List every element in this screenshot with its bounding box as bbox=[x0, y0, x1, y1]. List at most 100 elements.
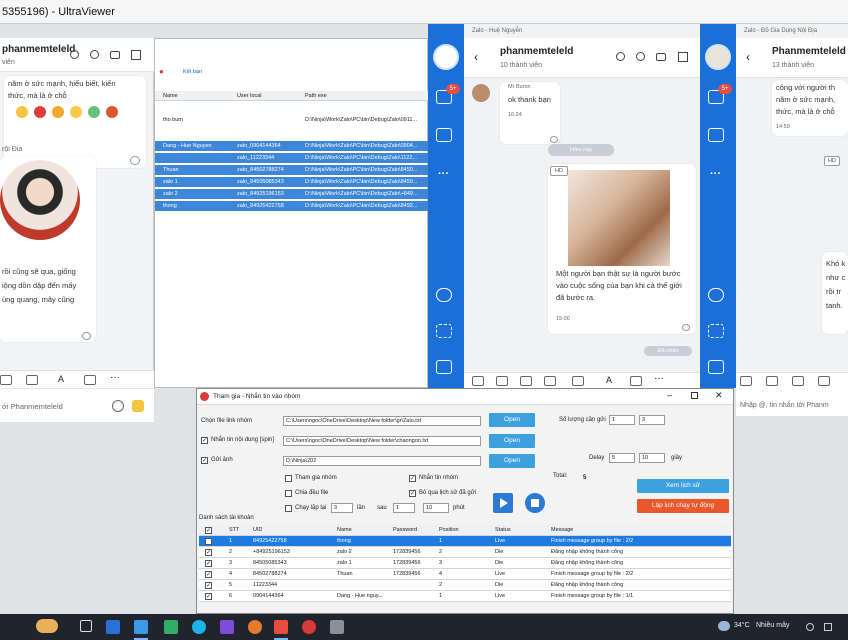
image-message[interactable]: rồi cũng sẽ qua, giống iộng dồn dập đến … bbox=[0, 156, 96, 342]
toolbox-icon[interactable] bbox=[436, 360, 452, 374]
member-count[interactable]: 13 thành viên bbox=[772, 62, 814, 69]
send-content-input[interactable]: C:\Users\ngoc\OneDrive\Desktop\New folde… bbox=[283, 436, 481, 446]
app-green-icon[interactable] bbox=[164, 620, 178, 634]
join-group-checkbox[interactable] bbox=[285, 475, 292, 482]
minimize-icon[interactable]: – bbox=[667, 390, 672, 400]
avatar[interactable] bbox=[705, 44, 731, 70]
angry-reaction-icon[interactable] bbox=[106, 106, 118, 118]
weather-widget-icon[interactable] bbox=[36, 619, 58, 633]
react-icon[interactable] bbox=[130, 156, 140, 165]
delay-from-input[interactable]: 5 bbox=[609, 453, 635, 463]
row-checkbox[interactable]: ✓ bbox=[205, 560, 212, 567]
message-composer[interactable]: Nhập @, tin nhắn tới Phanm bbox=[736, 388, 848, 416]
delay-to-input[interactable]: 10 bbox=[639, 453, 665, 463]
sticker-icon[interactable] bbox=[472, 376, 484, 386]
tool-app-icon[interactable] bbox=[302, 620, 316, 634]
video-call-icon[interactable] bbox=[110, 51, 120, 59]
image-icon[interactable] bbox=[766, 376, 778, 386]
sticker-icon[interactable] bbox=[740, 376, 752, 386]
loop-count-input[interactable]: 3 bbox=[331, 503, 353, 513]
contacts-icon[interactable] bbox=[708, 128, 724, 142]
table-row[interactable]: ✓ 6 0904144364 Dang - Hue nguy... 1 Live Finis… bbox=[199, 591, 731, 602]
after-to-input[interactable]: 10 bbox=[423, 503, 449, 513]
toolbox-icon[interactable] bbox=[708, 360, 724, 374]
screenshot-icon[interactable] bbox=[572, 376, 584, 386]
maximize-icon[interactable] bbox=[691, 392, 698, 399]
row-checkbox[interactable]: ✓ bbox=[205, 593, 212, 600]
sidebar-toggle-icon[interactable] bbox=[131, 50, 141, 60]
contacts-icon[interactable] bbox=[436, 128, 452, 142]
message-group-checkbox[interactable]: ✓ bbox=[409, 475, 416, 482]
add-member-icon[interactable] bbox=[70, 50, 79, 59]
more-icon[interactable]: ··· bbox=[654, 373, 664, 384]
react-icon[interactable] bbox=[682, 324, 690, 331]
column-header[interactable]: User local bbox=[237, 91, 261, 100]
quote-icon[interactable] bbox=[630, 376, 642, 386]
sad-reaction-icon[interactable] bbox=[88, 106, 100, 118]
card-icon[interactable] bbox=[818, 376, 830, 386]
more-icon[interactable]: ··· bbox=[710, 168, 721, 180]
screenshot-icon[interactable] bbox=[436, 324, 452, 338]
more-icon[interactable]: ··· bbox=[438, 168, 449, 180]
schedule-button[interactable]: Lập lịch chạy tự động bbox=[637, 499, 729, 513]
cloud-weather-icon[interactable] bbox=[718, 621, 730, 631]
row-checkbox[interactable]: ✓ bbox=[205, 549, 212, 556]
sidebar-toggle-icon[interactable] bbox=[678, 52, 688, 62]
react-icon[interactable] bbox=[82, 332, 91, 340]
select-all-checkbox[interactable]: ✓ bbox=[205, 527, 212, 534]
table-row[interactable]: Thuan zalo_84502788274 D:\Ninja\Work\Zal… bbox=[155, 165, 429, 175]
table-row[interactable]: thong zalo_84925422758 D:\Ninja\Work\Zal… bbox=[155, 201, 429, 211]
more-icon[interactable]: ··· bbox=[110, 372, 120, 383]
like-reaction-icon[interactable] bbox=[16, 106, 28, 118]
table-row[interactable]: zalo_11223344 D:\Ninja\Work\Zalo\PC\bin\… bbox=[155, 153, 429, 163]
open-link-button[interactable]: Open bbox=[489, 413, 535, 427]
row-checkbox[interactable]: ✓ bbox=[205, 571, 212, 578]
row-checkbox[interactable]: ✓ bbox=[205, 582, 212, 589]
browser-icon[interactable] bbox=[192, 620, 206, 634]
wow-reaction-icon[interactable] bbox=[70, 106, 82, 118]
react-icon[interactable] bbox=[550, 136, 558, 143]
sender-avatar[interactable] bbox=[472, 84, 490, 102]
row-checkbox[interactable]: ✓ bbox=[205, 538, 212, 545]
message-composer[interactable]: ới Phanmemteleld bbox=[0, 388, 154, 422]
link-file-input[interactable]: C:\Users\ngoc\OneDrive\Desktop\New folde… bbox=[283, 416, 481, 426]
table-row[interactable]: ✓ 1 84925422758 thong 1 Live Finish message gr… bbox=[199, 536, 731, 547]
view-history-button[interactable]: Xem lịch sử bbox=[637, 479, 729, 493]
visual-studio-icon[interactable] bbox=[220, 620, 234, 634]
card-icon[interactable] bbox=[544, 376, 556, 386]
sticker-icon[interactable] bbox=[0, 375, 12, 385]
after-from-input[interactable]: 1 bbox=[393, 503, 415, 513]
file-explorer-icon[interactable] bbox=[106, 620, 120, 634]
attach-icon[interactable] bbox=[520, 376, 532, 386]
column-header[interactable]: Name bbox=[163, 91, 178, 100]
quote-icon[interactable] bbox=[84, 375, 96, 385]
tray-icon[interactable] bbox=[806, 623, 814, 631]
reaction-bar[interactable] bbox=[14, 106, 122, 120]
loop-checkbox[interactable] bbox=[285, 505, 292, 512]
temperature[interactable]: 34°C bbox=[734, 622, 750, 629]
app-gray-icon[interactable] bbox=[330, 620, 344, 634]
tray-icon[interactable] bbox=[824, 623, 832, 631]
group-count-to[interactable]: 3 bbox=[639, 415, 665, 425]
format-text-icon[interactable]: A bbox=[606, 375, 612, 385]
group-count-from[interactable]: 1 bbox=[609, 415, 635, 425]
video-call-icon[interactable] bbox=[656, 53, 666, 61]
back-icon[interactable]: ‹ bbox=[474, 50, 478, 64]
chrome-icon[interactable] bbox=[248, 620, 262, 634]
send-image-checkbox[interactable]: ✓ bbox=[201, 457, 208, 464]
close-icon[interactable]: ✕ bbox=[715, 390, 723, 401]
search-icon[interactable] bbox=[636, 52, 645, 61]
like-send-icon[interactable] bbox=[132, 400, 144, 412]
table-row[interactable]: ✓ 2 +84925196153 zalo 2 172839456 2 Die Đăng nh… bbox=[199, 547, 731, 558]
haha-reaction-icon[interactable] bbox=[52, 106, 64, 118]
ultraviewer-icon[interactable] bbox=[134, 620, 148, 634]
stop-button[interactable] bbox=[525, 493, 545, 513]
split-file-checkbox[interactable] bbox=[285, 490, 292, 497]
zalo-app-icon[interactable] bbox=[274, 620, 288, 634]
send-content-checkbox[interactable]: ✓ bbox=[201, 437, 208, 444]
column-header[interactable]: Path exe bbox=[305, 91, 327, 100]
cloud-icon[interactable] bbox=[436, 288, 452, 302]
screenshot-icon[interactable] bbox=[708, 324, 724, 338]
add-friend-tab[interactable]: Kết bạn bbox=[183, 69, 202, 75]
avatar[interactable] bbox=[433, 44, 459, 70]
